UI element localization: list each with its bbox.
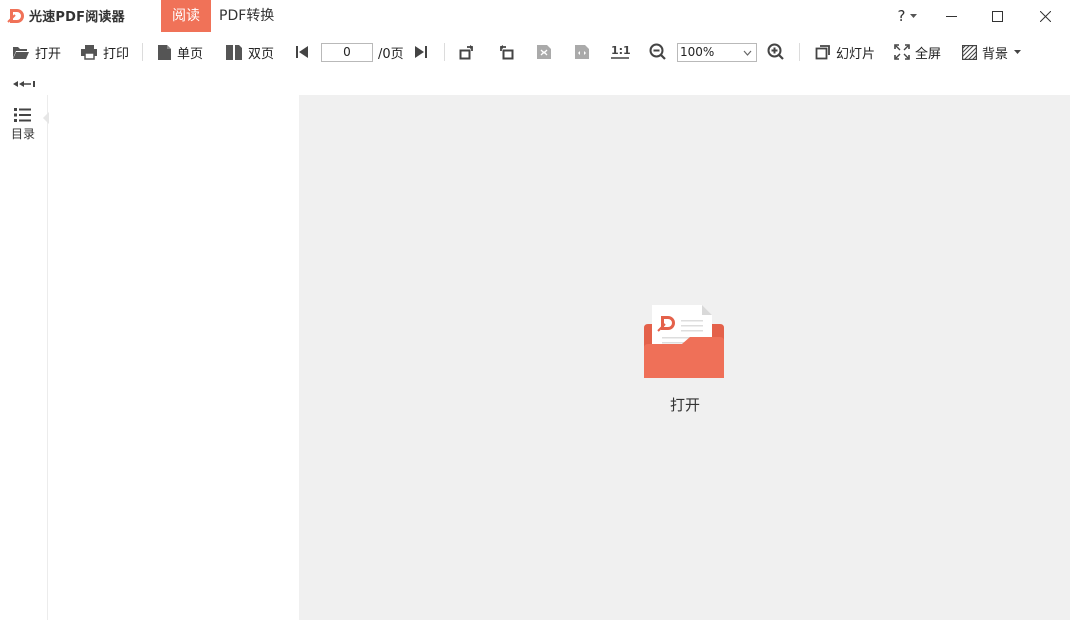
open-button[interactable]: 打开 (12, 40, 61, 64)
minimize-icon (945, 15, 957, 17)
last-page-button[interactable] (413, 40, 429, 64)
double-page-icon (226, 44, 242, 60)
single-page-button[interactable]: 单页 (157, 40, 203, 64)
open-file-button[interactable] (644, 304, 726, 380)
rotate-left-icon (500, 45, 514, 60)
close-button[interactable] (1022, 0, 1068, 32)
fit-page-icon (537, 45, 551, 59)
double-page-label: 双页 (248, 46, 275, 62)
main-toolbar: 打开 打印 单页 双页 0 /0页 1:1 100% 幻灯片 全屏 背景 (0, 33, 1070, 95)
collapse-toolbar-button[interactable] (12, 74, 36, 93)
actual-size-button[interactable]: 1:1 (610, 40, 630, 64)
background-button[interactable]: 背景 (962, 40, 1022, 64)
app-title: 光速PDF阅读器 (29, 10, 125, 25)
fullscreen-icon (894, 44, 910, 60)
folder-open-icon (13, 47, 29, 59)
fullscreen-button[interactable]: 全屏 (894, 40, 941, 64)
page-number-input[interactable]: 0 (321, 43, 373, 62)
collapse-arrows-icon (13, 81, 35, 87)
chevron-down-icon (910, 14, 918, 18)
rotate-left-button[interactable] (498, 40, 514, 64)
tab-read[interactable]: 阅读 (161, 0, 211, 32)
rotate-right-button[interactable] (459, 40, 475, 64)
open-file-label: 打开 (669, 396, 700, 414)
chevron-down-icon (743, 50, 752, 56)
help-menu-button[interactable]: ? (888, 0, 928, 32)
minimize-button[interactable] (928, 0, 974, 32)
last-page-icon (415, 46, 427, 58)
fit-width-button[interactable] (574, 40, 590, 64)
slideshow-button[interactable]: 幻灯片 (815, 40, 875, 64)
single-page-label: 单页 (177, 46, 204, 62)
app-logo-icon (7, 9, 24, 23)
fit-page-button[interactable] (536, 40, 552, 64)
printer-icon (81, 45, 97, 60)
first-page-button[interactable] (294, 40, 310, 64)
first-page-icon (296, 46, 308, 58)
folder-document-icon (644, 305, 724, 378)
print-label: 打印 (103, 46, 130, 62)
single-page-icon (158, 44, 171, 60)
chevron-down-icon (1014, 50, 1022, 54)
fit-width-icon (575, 45, 589, 59)
slideshow-icon (815, 45, 830, 60)
double-page-button[interactable]: 双页 (225, 40, 274, 64)
slideshow-label: 幻灯片 (836, 46, 876, 62)
toolbar-divider (142, 43, 143, 61)
print-button[interactable]: 打印 (80, 40, 129, 64)
background-pattern-icon (962, 44, 977, 60)
zoom-out-icon (649, 43, 666, 60)
open-label: 打开 (35, 46, 62, 62)
maximize-icon (991, 10, 1003, 22)
zoom-select[interactable]: 100% (677, 43, 757, 62)
zoom-value: 100% (680, 45, 715, 59)
rotate-right-icon (459, 45, 473, 60)
svg-text:1:1: 1:1 (611, 44, 630, 57)
sidebar-item-toc[interactable]: 目录 (6, 105, 40, 141)
list-icon (14, 108, 31, 122)
background-label: 背景 (982, 46, 1009, 62)
close-icon (1039, 10, 1051, 22)
zoom-in-button[interactable] (767, 40, 785, 64)
question-icon: ? (897, 7, 906, 25)
sidebar-strip: 目录 (0, 95, 48, 620)
fullscreen-label: 全屏 (915, 46, 942, 62)
tab-pdf-convert[interactable]: PDF转换 (219, 0, 289, 32)
toolbar-divider (444, 43, 445, 61)
toc-panel (49, 95, 299, 620)
title-bar: 光速PDF阅读器 阅读 PDF转换 ? (0, 0, 1070, 33)
toc-label: 目录 (10, 127, 35, 141)
toolbar-divider (799, 43, 800, 61)
actual-size-icon: 1:1 (611, 44, 630, 59)
page-total: /0页 (378, 47, 404, 62)
maximize-button[interactable] (974, 0, 1020, 32)
zoom-in-icon (767, 43, 784, 60)
zoom-out-button[interactable] (649, 40, 667, 64)
